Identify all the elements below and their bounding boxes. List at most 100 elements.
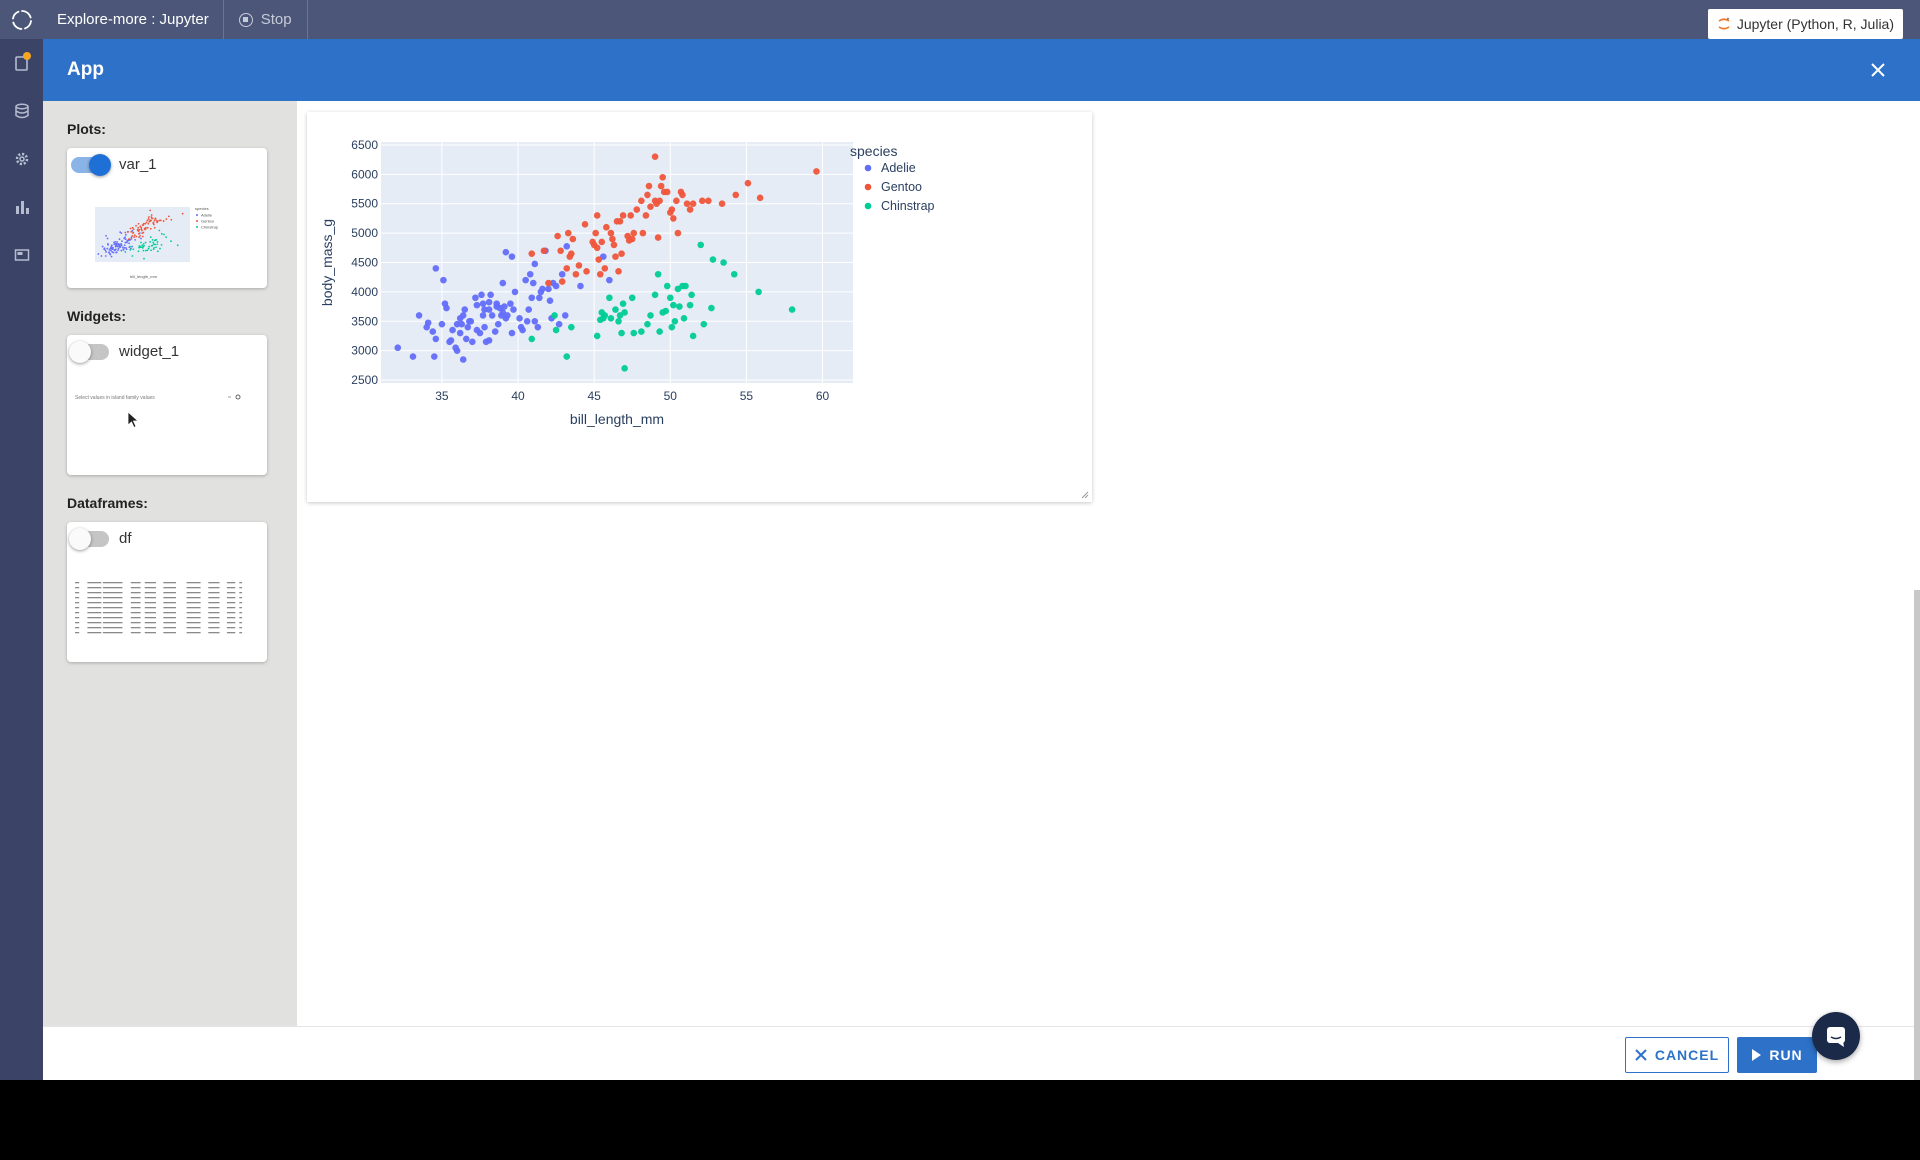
- thumb-point: [135, 224, 137, 227]
- data-point-gentoo: [568, 250, 575, 257]
- close-icon[interactable]: [1866, 58, 1890, 82]
- dashboard-icon[interactable]: [0, 231, 43, 279]
- chat-support-button[interactable]: [1812, 1012, 1860, 1060]
- df-cell-placeholder: [102, 612, 123, 614]
- data-point-gentoo: [572, 270, 580, 278]
- modal-footer: CANCEL RUN: [43, 1026, 1920, 1080]
- data-point-gentoo: [670, 215, 677, 222]
- thumb-point: [147, 222, 150, 225]
- thumb-point: [130, 237, 133, 240]
- data-point-gentoo: [657, 182, 665, 190]
- data-point-adelie: [558, 270, 566, 278]
- df-cell-placeholder: [208, 587, 220, 589]
- df-cell-placeholder: [130, 612, 141, 614]
- data-point-gentoo: [563, 265, 571, 272]
- run-button[interactable]: RUN: [1737, 1037, 1817, 1073]
- df-cell-placeholder: [226, 607, 236, 609]
- data-point-gentoo: [718, 200, 726, 208]
- data-point-gentoo: [598, 238, 606, 246]
- data-point-gentoo: [609, 235, 616, 243]
- thumb-point: [105, 251, 107, 253]
- widget-toggle[interactable]: [69, 340, 109, 363]
- widget-card-label: widget_1: [119, 343, 180, 360]
- data-point-gentoo: [595, 256, 603, 263]
- df-toggle[interactable]: [69, 527, 109, 550]
- scatter-chart[interactable]: 35 40 45 50 55 60 2500 3000 3500 4000 4500 5000 5500…: [307, 112, 1092, 502]
- svg-text:Adelie: Adelie: [201, 213, 213, 218]
- data-point-adelie: [577, 282, 584, 290]
- plot-toggle[interactable]: [71, 153, 111, 176]
- data-point-chinstrap: [618, 329, 625, 337]
- data-point-adelie: [525, 306, 532, 313]
- thumb-point: [147, 218, 150, 220]
- thumb-point: [137, 232, 140, 235]
- df-cell-placeholder: [208, 582, 220, 584]
- df-cell-placeholder: [87, 582, 102, 584]
- settings-gear-icon[interactable]: [0, 135, 43, 183]
- thumb-point: [148, 245, 151, 248]
- thumb-point: [115, 242, 118, 245]
- data-point-adelie: [519, 326, 526, 334]
- df-cell-placeholder: [75, 602, 80, 604]
- df-cell-placeholder: [144, 602, 156, 604]
- svg-text:species: species: [195, 206, 209, 211]
- data-point-chinstrap: [662, 307, 670, 315]
- resize-handle-icon[interactable]: [1081, 491, 1089, 499]
- data-point-adelie: [501, 303, 508, 310]
- modal-header: App: [43, 39, 1920, 101]
- data-point-chinstrap: [551, 312, 558, 319]
- data-point-adelie: [508, 329, 516, 337]
- app-logo-icon[interactable]: [0, 0, 43, 39]
- bar-chart-icon[interactable]: [0, 183, 43, 231]
- plot-card-var-1[interactable]: var_1 species Adelie Gentoo Chinstrap bi…: [67, 148, 267, 288]
- data-point-adelie: [491, 328, 499, 335]
- thumb-point: [126, 230, 129, 233]
- df-cell-placeholder: [226, 617, 236, 619]
- data-point-gentoo: [528, 250, 536, 257]
- kernel-selector[interactable]: Jupyter (Python, R, Julia): [1707, 9, 1903, 39]
- data-point-adelie: [430, 353, 438, 360]
- y-tick-label: 5500: [351, 197, 378, 211]
- widget-card-widget-1[interactable]: widget_1 Select values in island family …: [67, 335, 267, 475]
- thumb-point: [137, 250, 140, 253]
- left-rail: [0, 39, 43, 1080]
- svg-text:Chinstrap: Chinstrap: [201, 225, 219, 230]
- data-point-adelie: [485, 306, 493, 313]
- thumb-point: [141, 235, 144, 238]
- thumb-point: [142, 231, 145, 234]
- data-point-adelie: [523, 317, 531, 325]
- thumb-point: [146, 219, 149, 222]
- dataframe-card-df[interactable]: df: [67, 522, 267, 662]
- df-cell-placeholder: [102, 617, 123, 619]
- thumb-point: [165, 218, 168, 220]
- thumb-point: [120, 244, 123, 247]
- data-point-adelie: [485, 337, 493, 344]
- df-cell-placeholder: [208, 627, 220, 629]
- vertical-scrollbar[interactable]: [1914, 590, 1920, 1080]
- data-point-gentoo: [581, 220, 589, 228]
- thumb-point: [107, 243, 110, 246]
- thumb-point: [100, 255, 103, 257]
- data-point-adelie: [485, 298, 493, 306]
- data-point-adelie: [473, 301, 481, 309]
- thumb-point: [160, 243, 163, 246]
- data-point-gentoo: [638, 197, 645, 205]
- cancel-button[interactable]: CANCEL: [1625, 1037, 1729, 1073]
- thumb-point: [108, 251, 110, 254]
- df-cell-placeholder: [186, 597, 201, 599]
- notebook-icon[interactable]: [0, 39, 43, 87]
- df-cell-placeholder: [130, 607, 141, 609]
- thumb-point: [124, 238, 127, 241]
- data-point-adelie: [528, 294, 536, 302]
- stop-button[interactable]: Stop: [224, 0, 308, 39]
- y-tick-label: 3000: [351, 344, 378, 358]
- scatter-plot-card[interactable]: 35 40 45 50 55 60 2500 3000 3500 4000 4500 5000 5500…: [307, 112, 1092, 502]
- df-cell-placeholder: [144, 632, 156, 634]
- df-cell-placeholder: [163, 582, 176, 584]
- df-cell-placeholder: [144, 582, 156, 584]
- thumb-point: [131, 245, 133, 248]
- thumb-point: [101, 245, 104, 248]
- database-icon[interactable]: [0, 87, 43, 135]
- data-point-chinstrap: [676, 303, 683, 310]
- df-cell-placeholder: [208, 607, 220, 609]
